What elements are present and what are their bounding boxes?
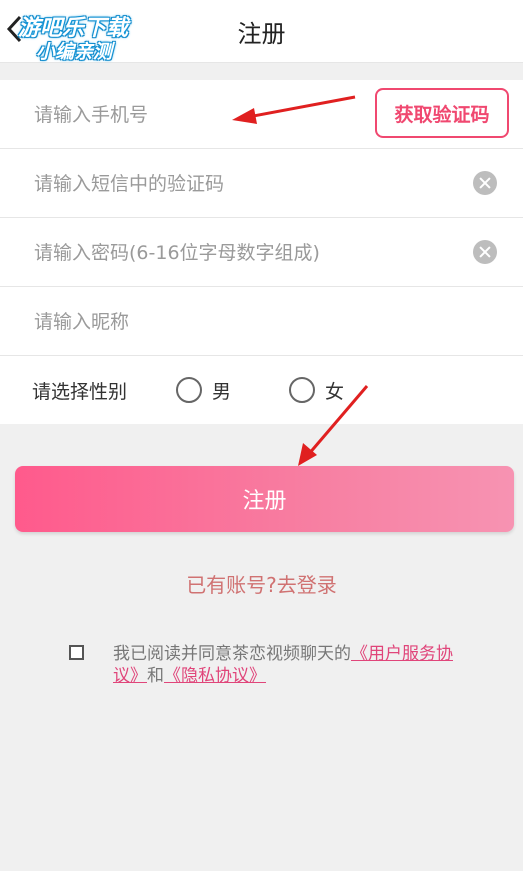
clear-icon[interactable] — [473, 240, 497, 264]
register-form: 获取验证码 请选择性别 男 女 — [0, 80, 523, 424]
password-row — [0, 218, 523, 287]
page-title: 注册 — [237, 20, 286, 48]
phone-row: 获取验证码 — [0, 80, 523, 149]
gender-female-label: 女 — [325, 380, 345, 403]
gender-label: 请选择性别 — [32, 381, 128, 403]
phone-input[interactable] — [32, 80, 356, 149]
agreement-prefix: 我已阅读并同意茶恋视频聊天的 — [113, 644, 351, 664]
gender-row: 请选择性别 男 女 — [0, 356, 523, 424]
agreement-text: 我已阅读并同意茶恋视频聊天的《用户服务协议》和《隐私协议》 — [113, 643, 473, 687]
sms-code-row — [0, 149, 523, 218]
radio-circle-icon — [289, 377, 315, 403]
top-bar: 游吧乐下载 小编亲测 注册 — [0, 0, 523, 63]
privacy-link[interactable]: 《隐私协议》 — [164, 666, 266, 686]
agreement-and: 和 — [147, 666, 164, 686]
register-button[interactable]: 注册 — [15, 466, 514, 532]
gender-male-radio[interactable]: 男 — [176, 375, 231, 405]
login-link[interactable]: 已有账号?去登录 — [0, 569, 523, 598]
gender-male-label: 男 — [212, 380, 232, 403]
get-code-button[interactable]: 获取验证码 — [375, 88, 509, 138]
password-input[interactable] — [32, 218, 356, 287]
gender-female-radio[interactable]: 女 — [289, 375, 344, 405]
nickname-input[interactable] — [32, 287, 356, 356]
clear-icon[interactable] — [473, 171, 497, 195]
agree-checkbox[interactable] — [69, 645, 84, 660]
sms-code-input[interactable] — [32, 149, 356, 218]
radio-circle-icon — [176, 377, 202, 403]
nickname-row — [0, 287, 523, 356]
